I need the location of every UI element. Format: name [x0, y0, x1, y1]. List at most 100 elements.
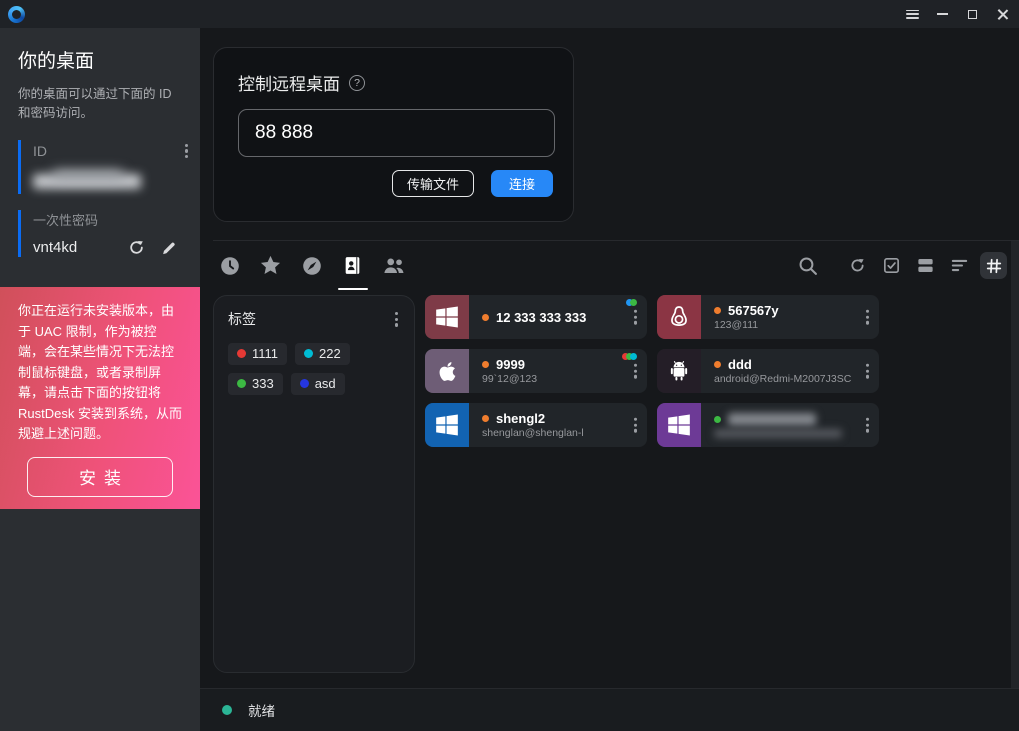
peer-tabs: [213, 249, 410, 282]
peer-menu-button[interactable]: [630, 414, 641, 437]
peer-status-dot: [482, 314, 489, 321]
titlebar: [0, 0, 1019, 28]
peer-username: 99`12@123: [482, 373, 647, 385]
peer-menu-button[interactable]: [862, 414, 873, 437]
refresh-icon: [127, 238, 146, 257]
peer-name-redacted: [728, 413, 816, 426]
peer-view-actions: [794, 252, 1007, 279]
tag-label: asd: [315, 376, 336, 391]
peer-card[interactable]: [657, 403, 879, 447]
checkbox-icon: [882, 256, 901, 275]
tiles-view-icon: [916, 256, 935, 275]
tag-pill[interactable]: asd: [291, 373, 345, 395]
windows-logo-icon: [425, 403, 469, 447]
tag-color-dot: [300, 379, 309, 388]
peer-status-dot: [714, 416, 721, 423]
peer-card[interactable]: 567567y 123@111: [657, 295, 879, 339]
one-time-password-block: 一次性密码 vnt4kd: [18, 210, 192, 257]
transfer-file-button[interactable]: 传输文件: [392, 170, 474, 197]
uac-warning-banner: 你正在运行未安装版本，由于 UAC 限制，作为被控端，会在某些情况下无法控制鼠标…: [0, 287, 200, 509]
grid-view-icon: [985, 257, 1003, 275]
tags-title: 标签: [228, 309, 256, 329]
tag-color-dot: [237, 379, 246, 388]
view-grid-button[interactable]: [980, 252, 1007, 279]
windows-logo-icon: [657, 403, 701, 447]
peer-name: shengl2: [496, 411, 545, 426]
connect-button[interactable]: 连接: [491, 170, 553, 197]
linux-logo-icon: [657, 295, 701, 339]
multi-select-button[interactable]: [878, 252, 905, 279]
peer-card[interactable]: 9999 99`12@123: [425, 349, 647, 393]
tab-address-book[interactable]: [336, 249, 369, 282]
maximize-icon: [968, 10, 977, 19]
windows-logo-icon: [425, 295, 469, 339]
main-area: 控制远程桌面 ? 传输文件 连接: [200, 28, 1019, 731]
tags-menu-button[interactable]: [391, 308, 402, 331]
minimize-button[interactable]: [927, 0, 957, 28]
tab-groups[interactable]: [377, 249, 410, 282]
regenerate-password-button[interactable]: [127, 238, 146, 257]
address-book-content: 标签 1111 222 333 asd: [200, 290, 1019, 688]
tag-label: 1111: [252, 346, 278, 361]
peer-username: shenglan@shenglan-l: [482, 427, 647, 439]
hamburger-icon: [906, 10, 919, 19]
tag-label: 333: [252, 376, 274, 391]
peer-card[interactable]: ddd android@Redmi-M2007J3SC: [657, 349, 879, 393]
maximize-button[interactable]: [957, 0, 987, 28]
tags-panel: 标签 1111 222 333 asd: [213, 295, 415, 673]
apple-logo-icon: [425, 349, 469, 393]
peer-menu-button[interactable]: [630, 360, 641, 383]
peer-status-dot: [482, 415, 489, 422]
id-label: ID: [33, 143, 47, 159]
tab-discovered[interactable]: [295, 249, 328, 282]
id-value-redacted: [33, 172, 192, 194]
help-icon[interactable]: ?: [349, 75, 365, 91]
view-tiles-button[interactable]: [912, 252, 939, 279]
peer-name: 567567y: [728, 303, 779, 318]
tab-favorites[interactable]: [254, 249, 287, 282]
search-button[interactable]: [794, 252, 821, 279]
close-button[interactable]: [987, 0, 1017, 28]
connection-status-dot: [222, 705, 232, 715]
peer-menu-button[interactable]: [862, 306, 873, 329]
peer-status-dot: [482, 361, 489, 368]
peer-name: 9999: [496, 357, 525, 372]
menu-button[interactable]: [897, 0, 927, 28]
list-view-icon: [950, 256, 969, 275]
view-list-button[interactable]: [946, 252, 973, 279]
status-bar: 就绪: [200, 688, 1019, 731]
tag-label: 222: [319, 346, 341, 361]
connection-status-label: 就绪: [248, 700, 275, 720]
peer-card[interactable]: shengl2 shenglan@shenglan-l: [425, 403, 647, 447]
tag-pill[interactable]: 333: [228, 373, 283, 395]
tag-pill[interactable]: 1111: [228, 343, 287, 365]
search-icon: [797, 255, 819, 277]
edit-password-button[interactable]: [160, 239, 178, 257]
address-book-icon: [342, 255, 363, 276]
peer-username-redacted: [714, 429, 842, 438]
sidebar: 你的桌面 你的桌面可以通过下面的 ID 和密码访问。 ID 一次性密码 vnt4…: [0, 28, 200, 731]
refresh-peers-button[interactable]: [844, 252, 871, 279]
refresh-icon: [848, 256, 867, 275]
peer-name: ddd: [728, 357, 752, 372]
minimize-icon: [937, 13, 948, 15]
peer-name: 12 333 333 333: [496, 310, 586, 325]
peer-menu-button[interactable]: [630, 306, 641, 329]
peers-scrollbar[interactable]: [1011, 241, 1019, 688]
peer-status-dot: [714, 361, 721, 368]
remote-id-input[interactable]: [238, 109, 555, 157]
close-icon: [997, 9, 1008, 20]
compass-icon: [301, 255, 323, 277]
control-remote-card: 控制远程桌面 ? 传输文件 连接: [213, 47, 574, 222]
peer-card[interactable]: 12 333 333 333: [425, 295, 647, 339]
id-block: ID: [18, 140, 192, 195]
one-time-password-value: vnt4kd: [33, 239, 127, 256]
star-icon: [259, 254, 282, 277]
tag-pill[interactable]: 222: [295, 343, 350, 365]
peer-username: 123@111: [714, 319, 879, 331]
peer-menu-button[interactable]: [862, 360, 873, 383]
tab-recent-sessions[interactable]: [213, 249, 246, 282]
install-button[interactable]: 安装: [27, 457, 173, 497]
id-menu-button[interactable]: [181, 140, 192, 163]
clock-icon: [219, 255, 241, 277]
